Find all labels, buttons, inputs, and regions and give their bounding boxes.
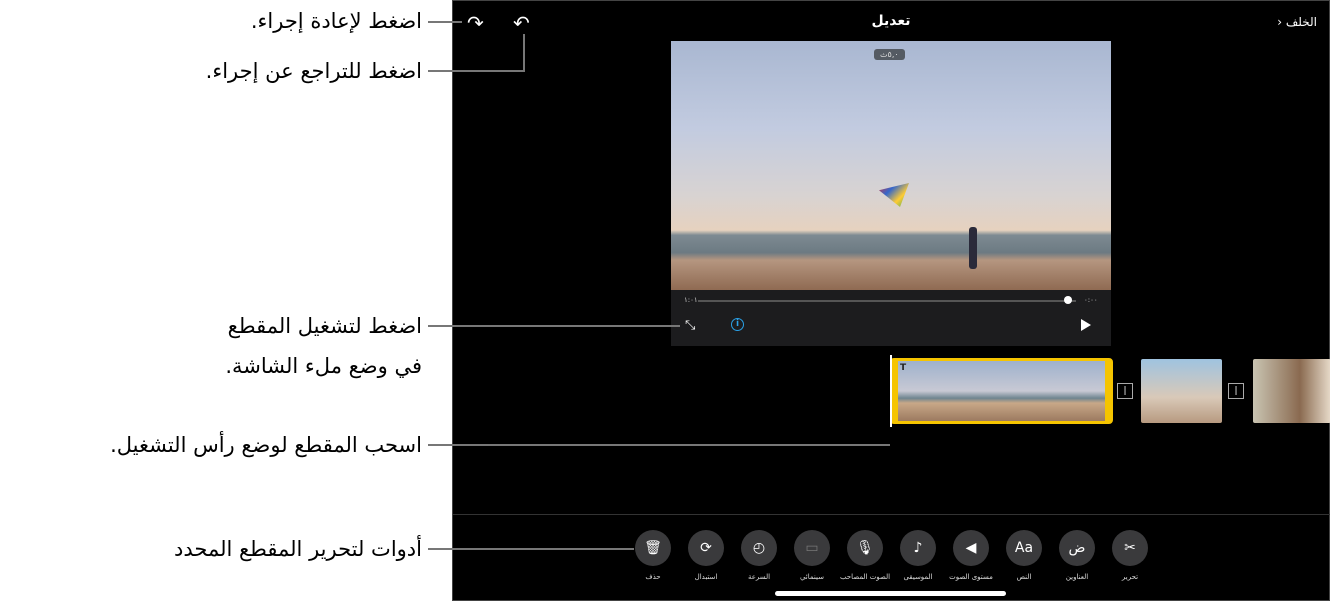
back-label: الخلف	[1285, 15, 1317, 29]
video-preview: ٥,٠ث	[671, 41, 1111, 290]
transition-button[interactable]: |	[1117, 383, 1133, 399]
play-button[interactable]	[1081, 319, 1091, 331]
selected-clip[interactable]: T	[890, 358, 1113, 424]
tool-button[interactable]: ◀	[953, 530, 989, 566]
tool-label: تحرير	[1121, 573, 1139, 581]
tool-button[interactable]: Aa	[1006, 530, 1042, 566]
child-figure	[969, 227, 977, 269]
home-indicator[interactable]	[775, 591, 1006, 596]
callout-tools: أدوات لتحرير المقطع المحدد	[174, 537, 422, 561]
speed-icon: ◴	[752, 540, 766, 556]
titles-icon: ض	[1068, 540, 1086, 556]
trash-icon: 🗑	[644, 540, 662, 556]
clip-thumbnail[interactable]	[1141, 359, 1222, 423]
tool-button[interactable]: ⟳	[688, 530, 724, 566]
title-badge-icon: T	[900, 363, 907, 373]
tool-button[interactable]: 🎙	[847, 530, 883, 566]
time-current: ١:٠١	[684, 296, 698, 304]
tool-button[interactable]: ◴	[741, 530, 777, 566]
chevron-left-icon: ‹	[1277, 15, 1283, 29]
scrubber[interactable]	[698, 300, 1076, 302]
scissors-icon: ✂	[1124, 540, 1136, 556]
tool-button[interactable]: ✂	[1112, 530, 1148, 566]
callout-undo: اضغط للتراجع عن إجراء.	[205, 59, 422, 83]
imovie-screen: ↷ ↶ تعديل الخلف ‹ ٥,٠ث ١:٠١ ٠:٠٠ ⤡ i T |…	[452, 0, 1330, 601]
replace-icon: ⟳	[700, 540, 712, 556]
music-icon: ♪	[913, 540, 923, 556]
clip-thumbnail[interactable]	[1253, 359, 1330, 423]
time-end: ٠:٠٠	[1084, 296, 1098, 304]
toolbar-divider	[453, 514, 1330, 515]
tool-button[interactable]: ♪	[900, 530, 936, 566]
duration-badge: ٥,٠ث	[874, 49, 905, 60]
text-icon: Aa	[1014, 540, 1034, 556]
fullscreen-button[interactable]: ⤡	[685, 318, 695, 333]
tool-button[interactable]: ▭	[794, 530, 830, 566]
scrubber-knob[interactable]	[1064, 296, 1073, 304]
callout-redo: اضغط لإعادة إجراء.	[250, 9, 422, 33]
transition-button[interactable]: |	[1228, 383, 1244, 399]
kite	[879, 183, 909, 207]
callout-fullscreen-1: اضغط لتشغيل المقطع	[227, 314, 422, 338]
cinematic-icon: ▭	[805, 540, 819, 556]
microphone-icon: 🎙	[856, 540, 874, 556]
back-button[interactable]: الخلف ‹	[1277, 15, 1317, 29]
volume-icon: ◀	[965, 540, 977, 556]
callout-fullscreen-2: في وضع ملء الشاشة.	[225, 354, 422, 378]
tool-button[interactable]: ض	[1059, 530, 1095, 566]
tool-button[interactable]: 🗑	[635, 530, 671, 566]
player-controls: ١:٠١ ٠:٠٠ ⤡ i	[671, 290, 1111, 346]
callout-playhead: اسحب المقطع لوضع رأس التشغيل.	[110, 433, 422, 457]
page-title: تعديل	[871, 13, 911, 29]
playhead[interactable]	[890, 355, 892, 427]
info-icon[interactable]: i	[731, 318, 744, 331]
